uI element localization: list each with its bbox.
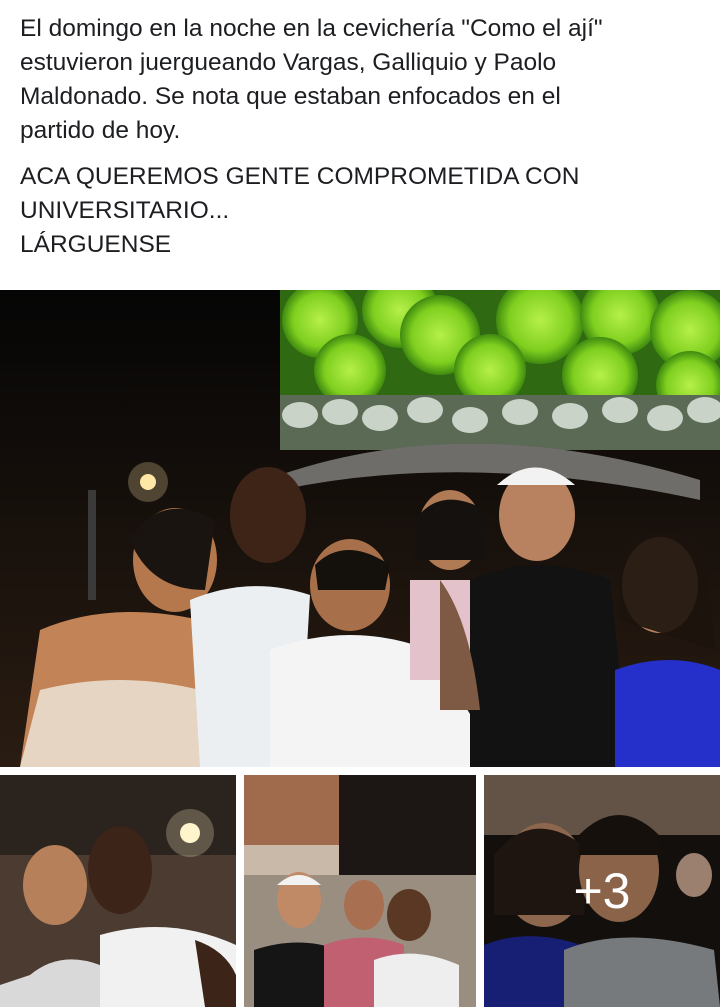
gallery-thumbnail-2[interactable] [244, 775, 476, 1007]
gallery-thumbnail-1[interactable] [0, 775, 236, 1007]
thumbnail-image [0, 775, 236, 1007]
gallery-thumbnail-more[interactable]: +3 [484, 775, 720, 1007]
post-line: UNIVERSITARIO... [20, 197, 230, 224]
main-photo[interactable] [0, 290, 720, 767]
post-paragraph-2: ACA QUEREMOS GENTE COMPROMETIDA CON UNIV… [20, 160, 700, 262]
post-paragraph-1: El domingo en la noche en la cevichería … [20, 12, 700, 148]
post-line: Maldonado. Se nota que estaban enfocados… [20, 83, 561, 110]
post-line: estuvieron juergueando Vargas, Galliquio… [20, 49, 557, 76]
post-line: LÁRGUENSE [20, 231, 172, 258]
post-line: ACA QUEREMOS GENTE COMPROMETIDA CON [20, 163, 580, 190]
post-line: El domingo en la noche en la cevichería … [20, 15, 603, 42]
more-photos-count[interactable]: +3 [484, 775, 720, 1007]
post-body: El domingo en la noche en la cevichería … [20, 12, 700, 274]
group-photo-image [0, 290, 720, 767]
thumbnail-image [244, 775, 476, 1007]
post-line: partido de hoy. [20, 117, 181, 144]
